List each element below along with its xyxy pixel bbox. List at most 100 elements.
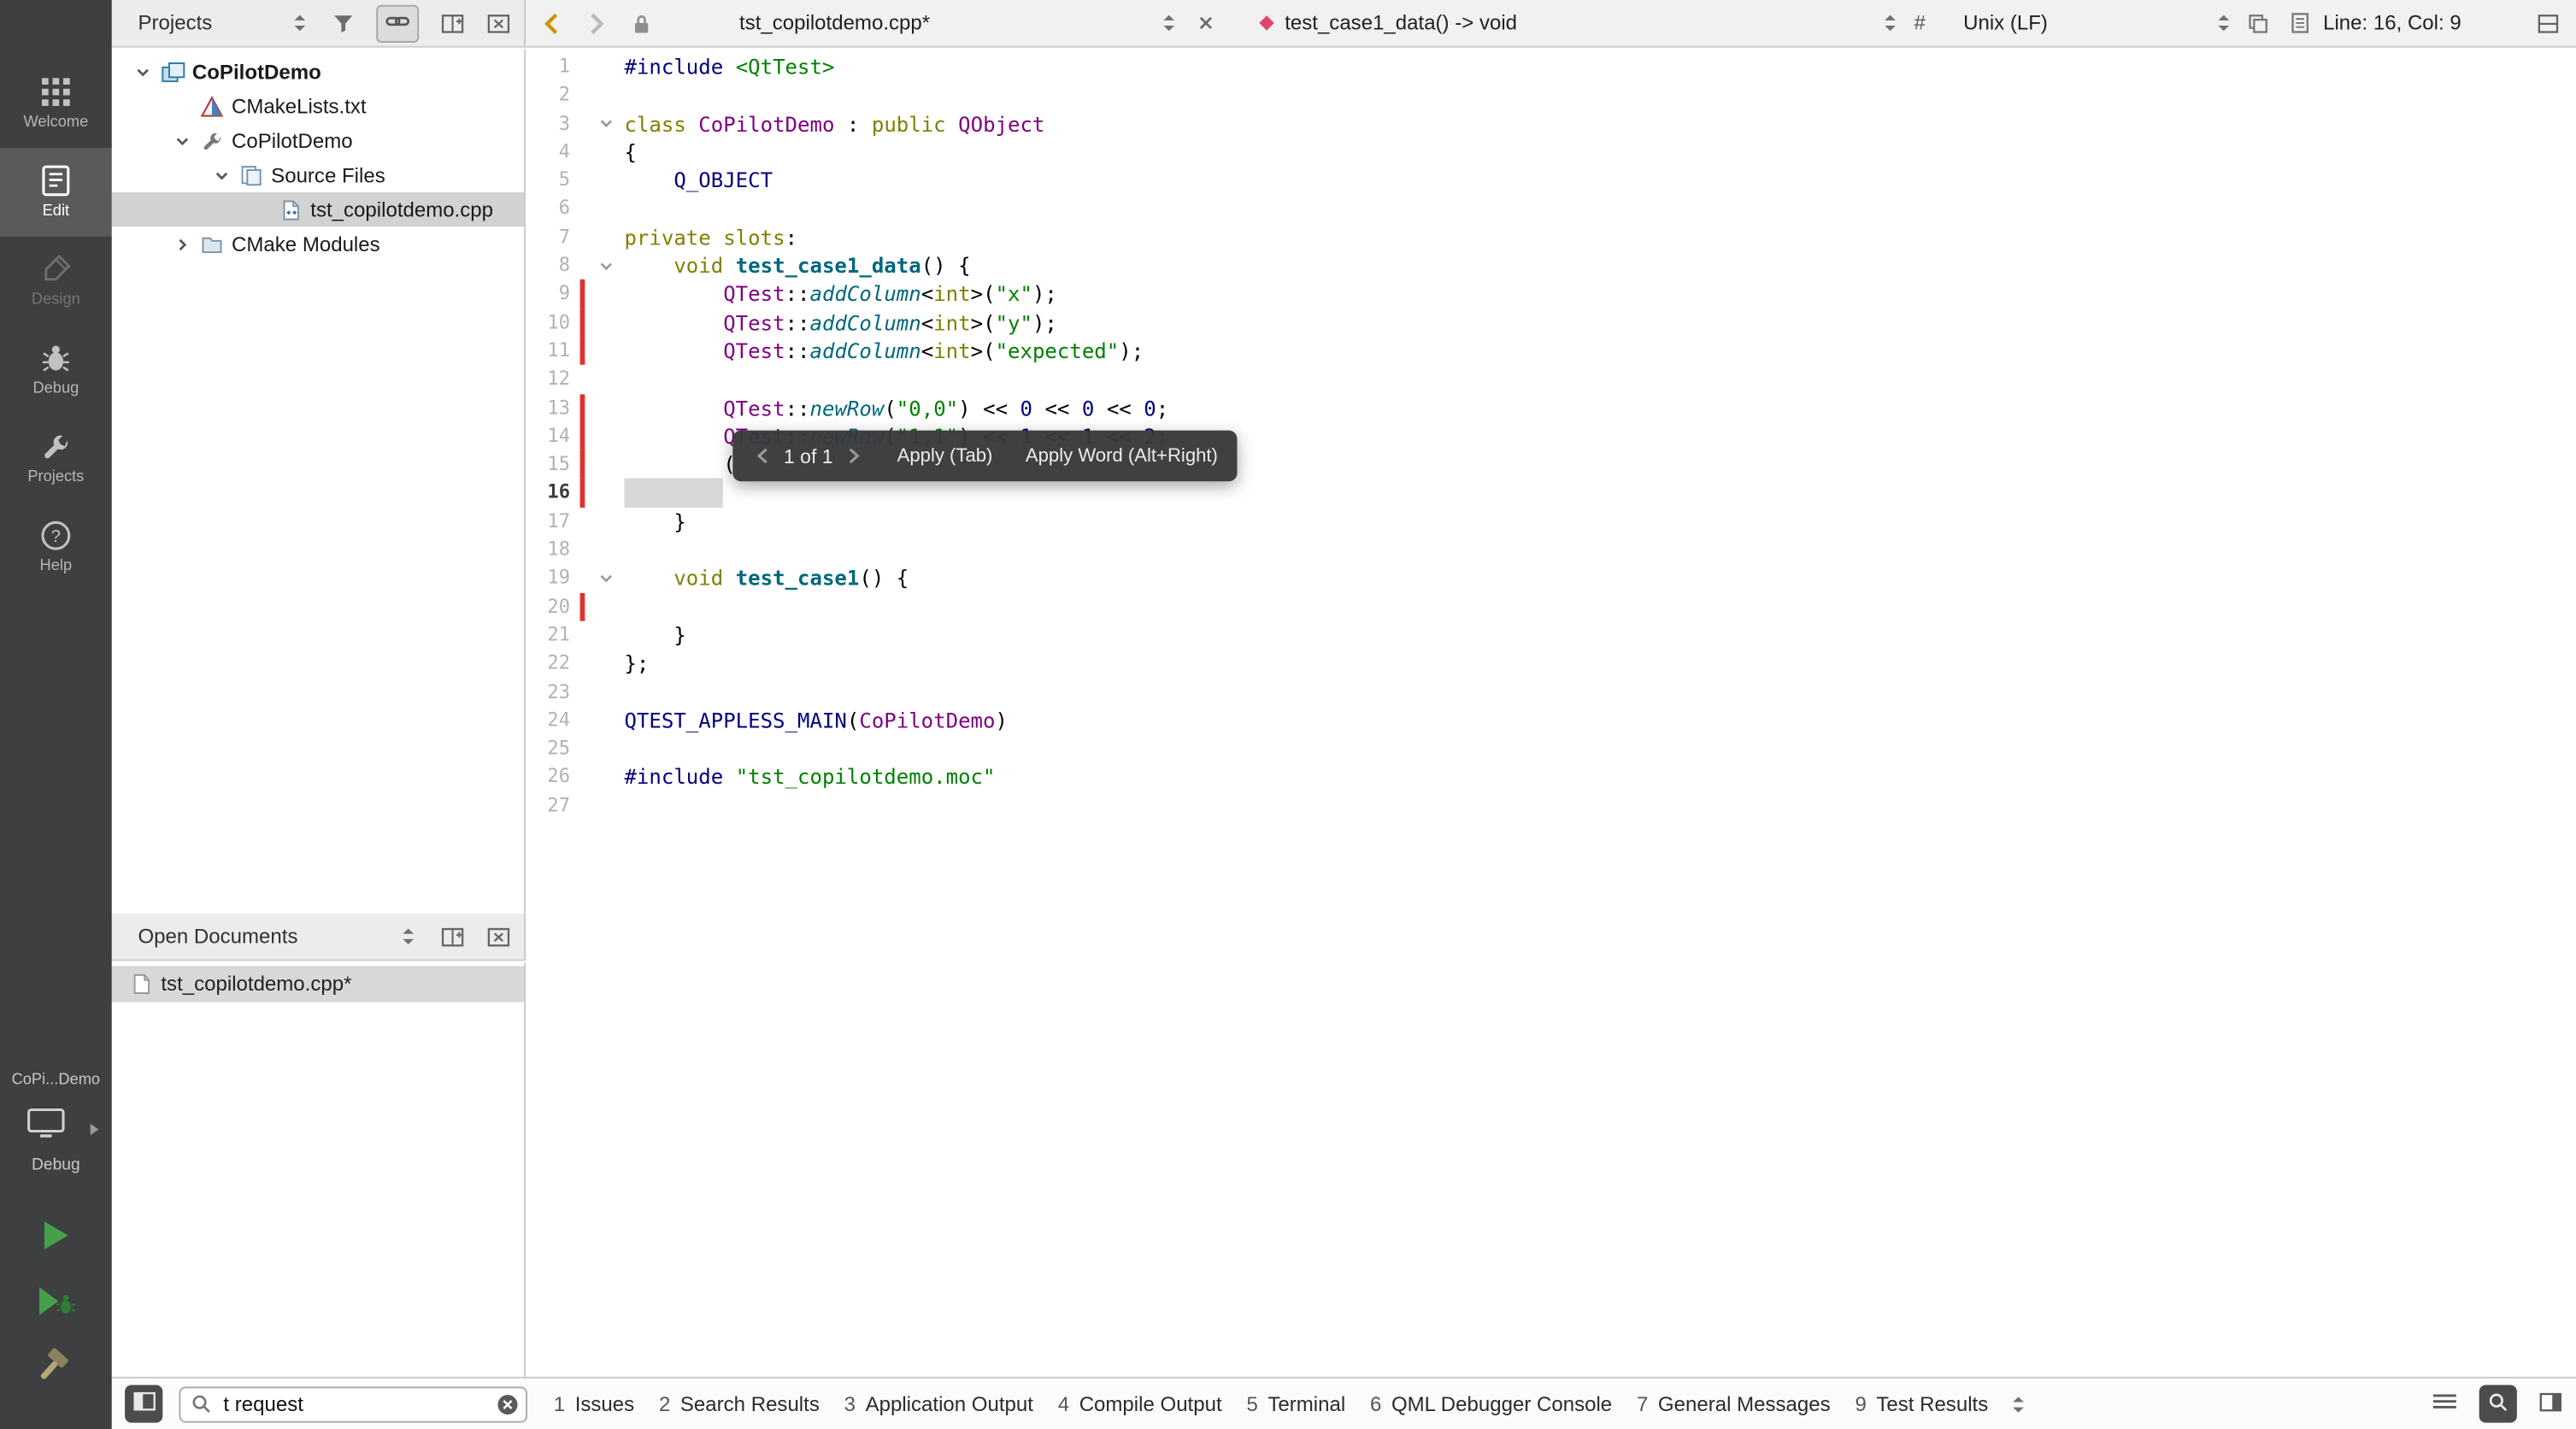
panel-selector-chevron-icon[interactable]	[397, 925, 419, 948]
clear-search-button[interactable]	[497, 1392, 520, 1420]
code-line-16[interactable]: 16	[526, 479, 2576, 507]
mode-edit[interactable]: Edit	[0, 148, 112, 237]
expander-closed-icon[interactable]	[168, 236, 197, 252]
code-line-12[interactable]: 12	[526, 365, 2576, 393]
output-pane-application-output[interactable]: 3Application Output	[844, 1392, 1033, 1415]
tree-item-cmake-modules[interactable]: CMake Modules	[112, 226, 524, 261]
fold-spacer	[588, 763, 624, 791]
split-panel-icon[interactable]	[440, 12, 465, 33]
code-line-11[interactable]: 11 QTest::addColumn<int>("expected");	[526, 337, 2576, 365]
apply-word-button[interactable]: Apply Word (Alt+Right)	[1026, 446, 1218, 466]
fold-spacer	[588, 450, 624, 479]
code-line-18[interactable]: 18	[526, 536, 2576, 564]
code-line-8[interactable]: 8 void test_case1_data() {	[526, 251, 2576, 279]
close-panel-icon[interactable]	[486, 12, 511, 33]
tree-item-source-files[interactable]: Source Files	[112, 158, 524, 192]
projects-panel-title: Projects	[138, 11, 212, 34]
code-line-21[interactable]: 21 }	[526, 620, 2576, 649]
filter-icon[interactable]	[332, 11, 355, 34]
line-ending-dropdown[interactable]: Unix (LF)	[1963, 0, 2048, 46]
tree-item-cmakelists-txt[interactable]: CMakeLists.txt	[112, 89, 524, 123]
code-line-4[interactable]: 4{	[526, 138, 2576, 166]
code-line-1[interactable]: 1#include <QtTest>	[526, 53, 2576, 81]
code-line-9[interactable]: 9 QTest::addColumn<int>("x");	[526, 280, 2576, 309]
output-pane-chevron-icon[interactable]	[2008, 1392, 2029, 1415]
tree-item-copilotdemo[interactable]: CoPilotDemo	[112, 123, 524, 157]
file-dropdown-chevron-icon[interactable]	[1158, 0, 1179, 46]
mode-help[interactable]: ?Help	[0, 503, 112, 591]
code-line-2[interactable]: 2	[526, 81, 2576, 109]
output-pane-options-button[interactable]	[2432, 1391, 2458, 1416]
kit-selector-button[interactable]	[26, 1104, 85, 1147]
line-number: 3	[526, 109, 579, 138]
search-panel-toggle-button[interactable]	[2479, 1385, 2517, 1422]
tree-item-tst-copilotdemo-cpp[interactable]: tst_copilotdemo.cpp	[112, 192, 524, 226]
code-line-10[interactable]: 10 QTest::addColumn<int>("y");	[526, 309, 2576, 337]
code-line-23[interactable]: 23	[526, 678, 2576, 706]
right-sidebar-toggle-button[interactable]	[2538, 1391, 2563, 1417]
code-line-20[interactable]: 20	[526, 592, 2576, 620]
code-line-5[interactable]: 5 Q_OBJECT	[526, 167, 2576, 195]
code-text: #include "tst_copilotdemo.moc"	[624, 763, 995, 791]
split-panel-icon[interactable]	[440, 926, 465, 947]
output-pane-qml-debugger-console[interactable]: 6QML Debugger Console	[1370, 1392, 1612, 1415]
output-pane-test-results[interactable]: 9Test Results	[1855, 1392, 1988, 1415]
code-line-19[interactable]: 19 void test_case1() {	[526, 564, 2576, 592]
mode-projects[interactable]: Projects	[0, 414, 112, 503]
fold-spacer	[588, 620, 624, 649]
code-line-24[interactable]: 24QTEST_APPLESS_MAIN(CoPilotDemo)	[526, 706, 2576, 734]
code-line-25[interactable]: 25	[526, 734, 2576, 762]
tree-item-copilotdemo[interactable]: CoPilotDemo	[112, 54, 524, 88]
change-marker-spacer	[579, 53, 589, 81]
symbol-dropdown[interactable]: test_case1_data() -> void	[1285, 0, 1517, 46]
code-line-7[interactable]: 7private slots:	[526, 223, 2576, 251]
overlapping-squares-icon[interactable]	[2248, 0, 2269, 46]
fold-marker-icon[interactable]	[588, 564, 624, 592]
code-line-13[interactable]: 13 QTest::newRow("0,0") << 0 << 0 << 0;	[526, 394, 2576, 422]
output-pane-issues[interactable]: 1Issues	[554, 1392, 634, 1415]
left-sidebar-toggle-button[interactable]	[125, 1385, 162, 1422]
output-pane-terminal[interactable]: 5Terminal	[1246, 1392, 1345, 1415]
code-line-27[interactable]: 27	[526, 791, 2576, 820]
mode-debug[interactable]: Debug	[0, 326, 112, 415]
output-pane-general-messages[interactable]: 7General Messages	[1637, 1392, 1831, 1415]
apply-suggestion-button[interactable]: Apply (Tab)	[897, 446, 993, 466]
fold-marker-icon[interactable]	[588, 251, 624, 279]
go-back-icon[interactable]	[542, 0, 560, 46]
expander-open-icon[interactable]	[128, 63, 158, 79]
code-line-26[interactable]: 26#include "tst_copilotdemo.moc"	[526, 763, 2576, 791]
panel-selector-chevron-icon[interactable]	[289, 11, 310, 34]
open-file-dropdown[interactable]: tst_copilotdemo.cpp*	[739, 0, 930, 46]
close-document-icon[interactable]	[1197, 0, 1214, 46]
fold-spacer	[588, 394, 624, 422]
fold-spacer	[588, 309, 624, 337]
mode-welcome[interactable]: Welcome	[0, 59, 112, 148]
output-pane-search-results[interactable]: 2Search Results	[659, 1392, 820, 1415]
output-pane-compile-output[interactable]: 4Compile Output	[1058, 1392, 1222, 1415]
previous-suggestion-icon[interactable]	[752, 447, 772, 465]
open-document-tst-copilotdemo-cpp[interactable]: tst_copilotdemo.cpp*	[112, 966, 524, 1002]
code-line-6[interactable]: 6	[526, 195, 2576, 223]
sync-with-editor-button[interactable]	[376, 4, 419, 42]
split-editor-icon[interactable]	[2537, 0, 2560, 46]
locator-input[interactable]	[179, 1385, 528, 1421]
line-ending-chevron-icon[interactable]	[2213, 0, 2234, 46]
code-editor[interactable]: 1#include <QtTest>23class CoPilotDemo : …	[526, 50, 2576, 1377]
search-icon	[191, 1392, 212, 1414]
build-button[interactable]	[34, 1347, 77, 1395]
code-line-17[interactable]: 17 }	[526, 508, 2576, 536]
tree-item-label: tst_copilotdemo.cpp	[310, 198, 493, 221]
go-forward-icon[interactable]	[588, 0, 606, 46]
fold-marker-icon[interactable]	[588, 109, 624, 138]
close-panel-icon[interactable]	[486, 926, 511, 947]
expander-open-icon[interactable]	[168, 132, 197, 149]
debug-run-button[interactable]	[37, 1285, 74, 1322]
expander-open-icon[interactable]	[207, 167, 237, 183]
code-line-22[interactable]: 22};	[526, 650, 2576, 678]
next-suggestion-icon[interactable]	[844, 447, 864, 465]
run-button[interactable]	[41, 1219, 71, 1256]
document-info-icon[interactable]	[2291, 0, 2310, 46]
code-line-3[interactable]: 3class CoPilotDemo : public QObject	[526, 109, 2576, 138]
edit-document-icon	[39, 164, 72, 197]
symbol-dropdown-chevron-icon[interactable]	[1879, 0, 1901, 46]
